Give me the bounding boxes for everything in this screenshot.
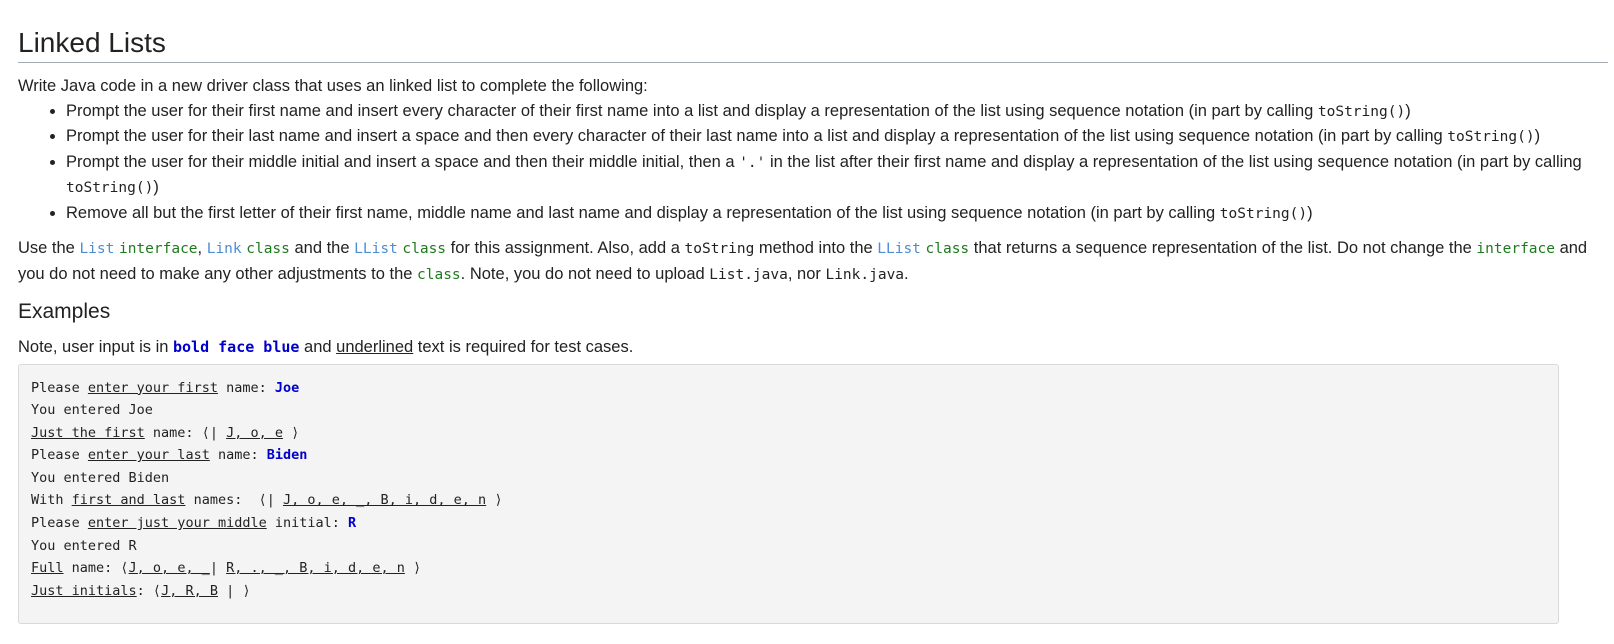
example-line: Just initials: ⟨J, R, B | ⟩: [31, 582, 251, 599]
example-line: You entered Biden: [31, 469, 170, 486]
example-output-block: Please enter your first name: Joe You ent…: [18, 363, 1559, 624]
example-line: With first and last names: ⟨| J, o, e, _…: [31, 492, 503, 509]
example-line: Please enter your last name: Biden: [31, 447, 308, 464]
list-item: Prompt the user for their middle initial…: [66, 150, 1608, 201]
list-interface-link[interactable]: List interface: [79, 239, 197, 257]
example-line: Please enter your first name: Joe: [31, 379, 300, 396]
intro-paragraph: Write Java code in a new driver class th…: [18, 77, 648, 95]
example-line: Full name: ⟨J, o, e, _| R, ., _, B, i, d…: [31, 560, 422, 577]
class-keyword: class: [417, 266, 461, 283]
page-title: Linked Lists: [18, 26, 1608, 63]
llist-class-link[interactable]: LList class: [354, 239, 446, 257]
bold-face-blue-text: bold face blue: [173, 338, 300, 356]
example-line: You entered Joe: [31, 402, 153, 419]
list-item: Prompt the user for their last name and …: [66, 124, 1608, 150]
list-item: Prompt the user for their first name and…: [66, 99, 1608, 125]
example-line: Please enter just your middle initial: R: [31, 515, 357, 532]
examples-heading: Examples: [18, 300, 111, 323]
interface-keyword: interface: [1476, 241, 1555, 257]
page-content: Linked Lists Write Java code in a new dr…: [18, 0, 1608, 624]
example-line: You entered R: [31, 537, 137, 554]
requirements-list: Prompt the user for their first name and…: [18, 99, 1608, 227]
usage-paragraph: Use the List interface, Link class and t…: [18, 239, 1588, 283]
llist-class-link-2[interactable]: LList class: [877, 239, 969, 257]
underlined-text: underlined: [336, 338, 414, 356]
example-line: Just the first name: ⟨| J, o, e ⟩: [31, 424, 300, 441]
list-item: Remove all but the first letter of their…: [66, 201, 1608, 227]
link-class-link[interactable]: Link class: [207, 239, 290, 257]
note-paragraph: Note, user input is in bold face blue an…: [18, 338, 634, 356]
